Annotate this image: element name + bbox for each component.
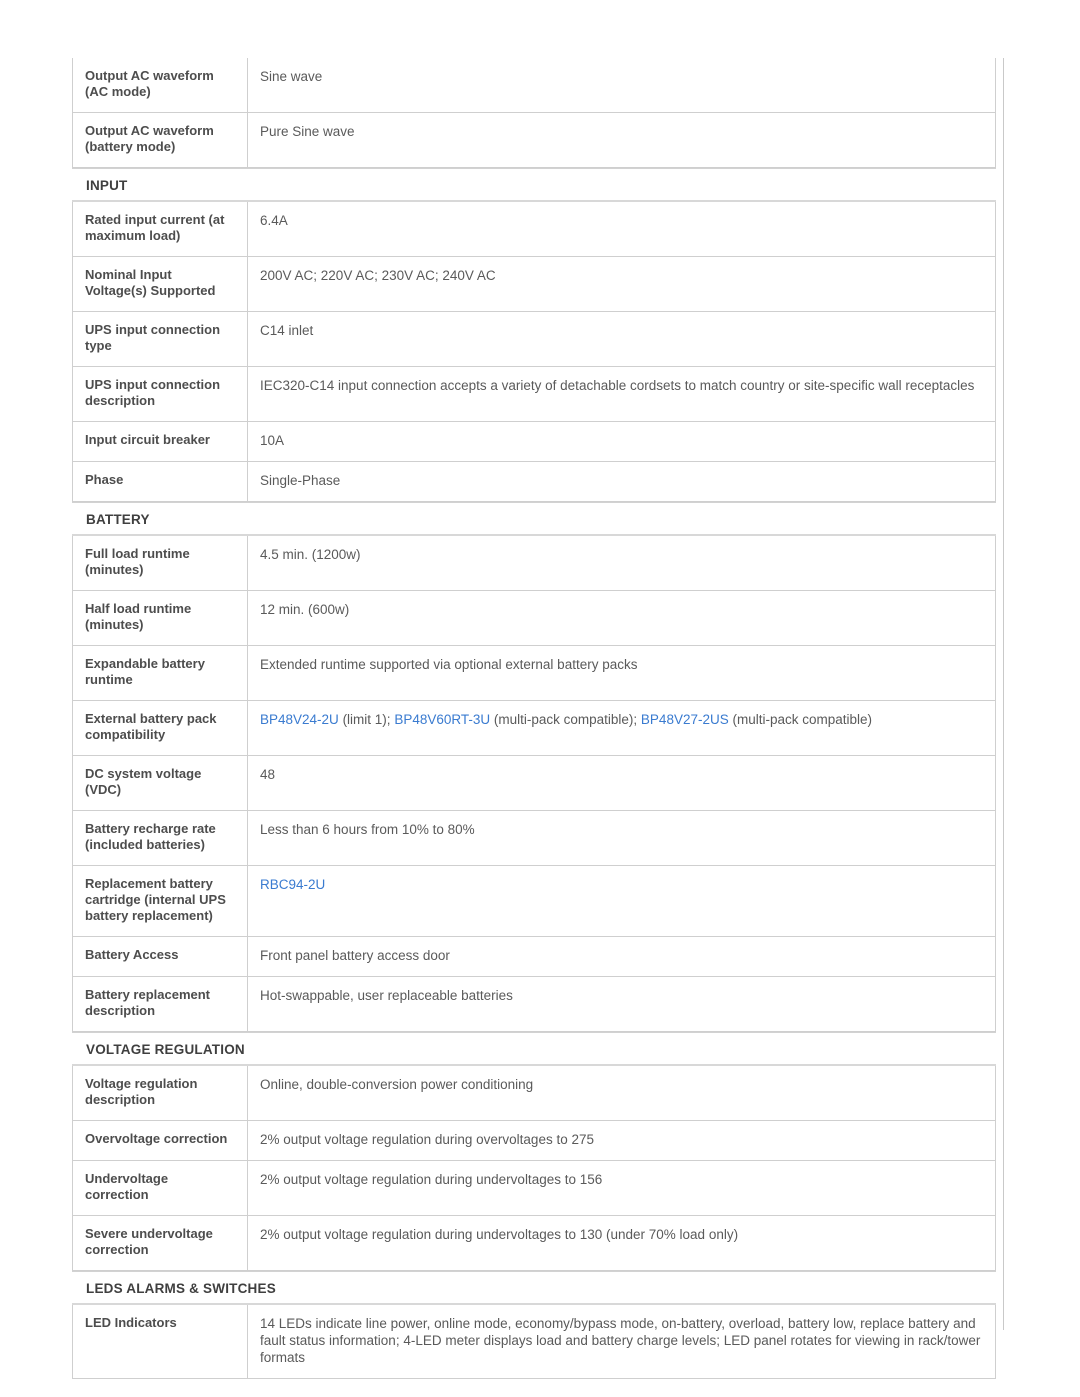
spec-value-link[interactable]: RBC94-2U [260,877,325,892]
table-row: Expandable battery runtime Extended runti… [72,646,996,701]
table-row: Input circuit breaker 10A [72,422,996,462]
spec-label-cell: Severe undervoltage correction [72,1216,248,1271]
spec-value-link[interactable]: BP48V27-2US [641,712,729,727]
table-row: Output AC waveform (AC mode) Sine wave [72,58,996,113]
spec-sheet-page: Output AC waveform (AC mode) Sine wave Out… [0,0,1080,1397]
spec-section-title: LEDS ALARMS & SWITCHES [72,1271,996,1305]
spec-label-cell: Battery Access [72,937,248,977]
spec-value-cell: Sine wave [248,58,996,113]
spec-label-cell: Nominal Input Voltage(s) Supported [72,257,248,312]
spec-value-link[interactable]: BP48V24-2U [260,712,339,727]
spec-value-text: (multi-pack compatible) [728,712,873,727]
table-row: Battery replacement description Hot-swapp… [72,977,996,1032]
table-row: UPS input connection type C14 inlet [72,312,996,367]
spec-label-cell: External battery pack compatibility [72,701,248,756]
spec-label-cell: Expandable battery runtime [72,646,248,701]
spec-section-header-row: INPUT [72,168,996,202]
spec-value-cell: 12 min. (600w) [248,591,996,646]
spec-label-cell: Phase [72,462,248,502]
table-row: Nominal Input Voltage(s) Supported 200V A… [72,257,996,312]
spec-value-text: (multi-pack compatible); [490,712,641,727]
spec-label-cell: Battery recharge rate (included batterie… [72,811,248,866]
spec-label-cell: Overvoltage correction [72,1121,248,1161]
spec-label-cell: Full load runtime (minutes) [72,536,248,591]
table-row: DC system voltage (VDC) 48 [72,756,996,811]
spec-value-cell: Online, double-conversion power conditio… [248,1066,996,1121]
spec-value-cell: 4.5 min. (1200w) [248,536,996,591]
spec-value-cell: 2% output voltage regulation during unde… [248,1216,996,1271]
spec-label-cell: Undervoltage correction [72,1161,248,1216]
spec-label-cell: Output AC waveform (battery mode) [72,113,248,168]
table-row: External battery pack compatibility BP48V… [72,701,996,756]
table-row: Replacement battery cartridge (internal … [72,866,996,937]
table-row: Output AC waveform (battery mode) Pure Si… [72,113,996,168]
specifications-table-body: Output AC waveform (AC mode) Sine wave Out… [72,58,996,1379]
spec-label-cell: Battery replacement description [72,977,248,1032]
table-row: Battery Access Front panel battery access… [72,937,996,977]
spec-value-cell: BP48V24-2U (limit 1); BP48V60RT-3U (mult… [248,701,996,756]
spec-section-title: VOLTAGE REGULATION [72,1032,996,1066]
spec-label-cell: UPS input connection type [72,312,248,367]
spec-label-cell: Output AC waveform (AC mode) [72,58,248,113]
spec-section-header-row: LEDS ALARMS & SWITCHES [72,1271,996,1305]
spec-value-cell: 48 [248,756,996,811]
table-row: Phase Single-Phase [72,462,996,502]
spec-value-text: (limit 1); [338,712,395,727]
specifications-table: Output AC waveform (AC mode) Sine wave Out… [72,58,996,1379]
spec-value-cell: RBC94-2U [248,866,996,937]
table-row: Rated input current (at maximum load) 6.4… [72,202,996,257]
spec-label-cell: Input circuit breaker [72,422,248,462]
table-row: Overvoltage correction 2% output voltage … [72,1121,996,1161]
spec-label-cell: Half load runtime (minutes) [72,591,248,646]
table-row: LED Indicators 14 LEDs indicate line powe… [72,1305,996,1379]
table-row: Undervoltage correction 2% output voltage… [72,1161,996,1216]
spec-value-cell: Less than 6 hours from 10% to 80% [248,811,996,866]
spec-value-cell: 2% output voltage regulation during unde… [248,1161,996,1216]
table-row: Half load runtime (minutes) 12 min. (600w… [72,591,996,646]
spec-value-cell: Hot-swappable, user replaceable batterie… [248,977,996,1032]
spec-label-cell: Replacement battery cartridge (internal … [72,866,248,937]
spec-value-cell: 10A [248,422,996,462]
spec-value-cell: 6.4A [248,202,996,257]
table-row: Full load runtime (minutes) 4.5 min. (120… [72,536,996,591]
table-row: Voltage regulation description Online, do… [72,1066,996,1121]
spec-value-cell: Single-Phase [248,462,996,502]
spec-label-cell: Voltage regulation description [72,1066,248,1121]
spec-value-cell: 200V AC; 220V AC; 230V AC; 240V AC [248,257,996,312]
spec-section-title: BATTERY [72,502,996,536]
spec-value-cell: Extended runtime supported via optional … [248,646,996,701]
spec-value-cell: IEC320-C14 input connection accepts a va… [248,367,996,422]
spec-value-cell: 14 LEDs indicate line power, online mode… [248,1305,996,1379]
spec-label-cell: LED Indicators [72,1305,248,1379]
page-right-rule [1003,58,1004,1330]
spec-label-cell: Rated input current (at maximum load) [72,202,248,257]
spec-value-cell: Front panel battery access door [248,937,996,977]
table-row: UPS input connection description IEC320-C… [72,367,996,422]
spec-label-cell: UPS input connection description [72,367,248,422]
spec-label-cell: DC system voltage (VDC) [72,756,248,811]
spec-section-title: INPUT [72,168,996,202]
spec-value-cell: 2% output voltage regulation during over… [248,1121,996,1161]
spec-value-cell: Pure Sine wave [248,113,996,168]
specifications-table-container: Output AC waveform (AC mode) Sine wave Out… [72,58,996,1379]
spec-value-cell: C14 inlet [248,312,996,367]
spec-value-link[interactable]: BP48V60RT-3U [394,712,490,727]
table-row: Battery recharge rate (included batterie… [72,811,996,866]
spec-section-header-row: VOLTAGE REGULATION [72,1032,996,1066]
spec-section-header-row: BATTERY [72,502,996,536]
table-row: Severe undervoltage correction 2% output … [72,1216,996,1271]
